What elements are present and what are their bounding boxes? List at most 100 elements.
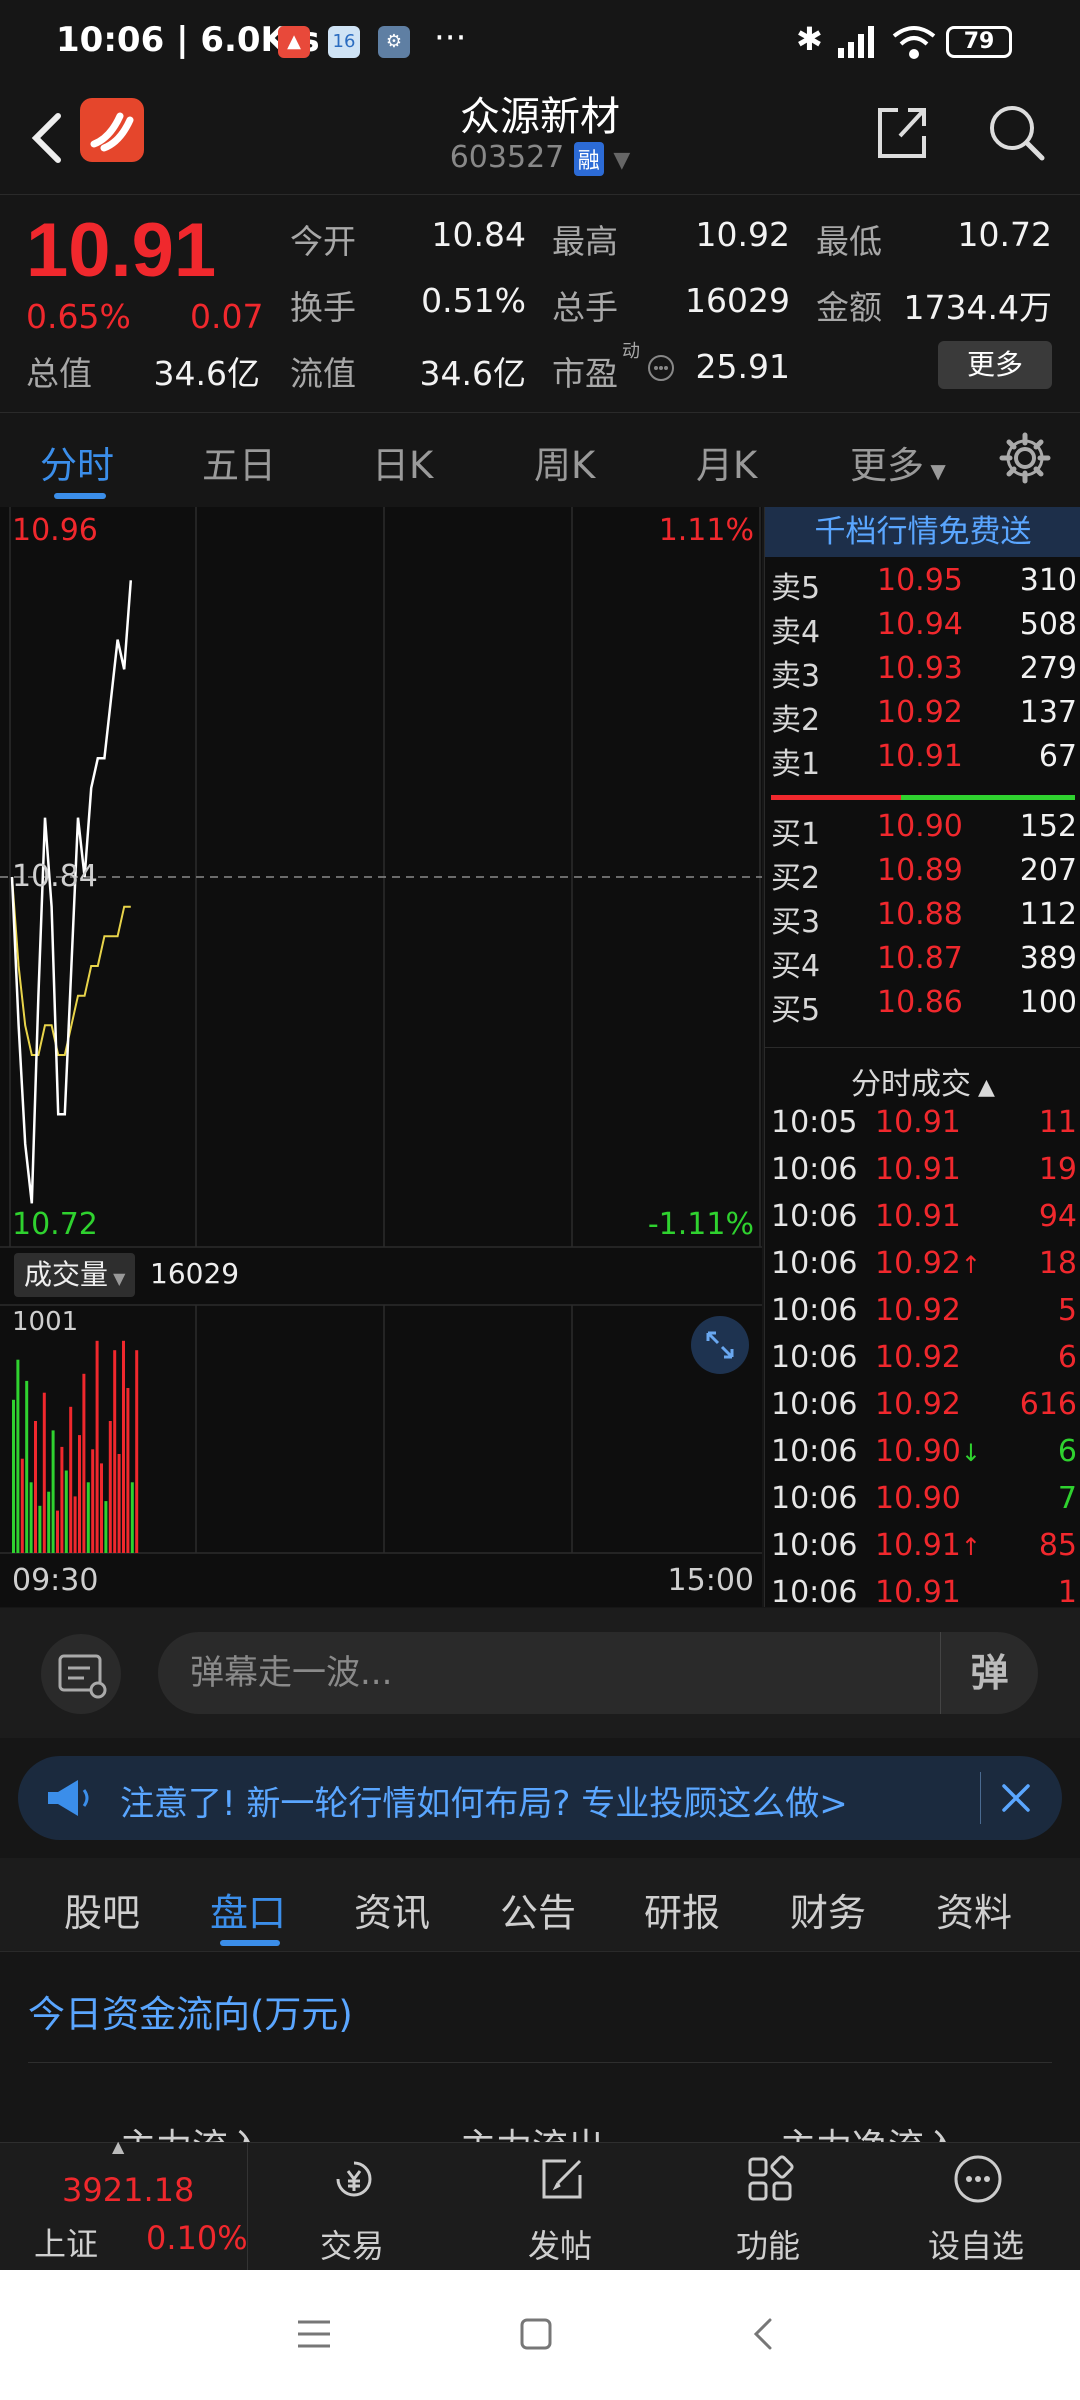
tab-monthly-k[interactable]: 月K	[696, 435, 757, 489]
volume-bar	[126, 1388, 130, 1553]
tick-price-value: 10.91	[875, 1575, 961, 1610]
bid-row[interactable]: 买1 10.90 152	[765, 809, 1080, 853]
tab-financials[interactable]: 财务	[790, 1882, 866, 1937]
ask-row[interactable]: 卖4 10.94 508	[765, 607, 1080, 651]
danmu-settings-icon[interactable]	[38, 1634, 124, 1714]
tick-price: 10.91	[875, 1152, 961, 1187]
tick-price: 10.92↑	[875, 1246, 981, 1281]
share-icon[interactable]	[870, 100, 934, 164]
more-circle-icon	[954, 2155, 1002, 2203]
tick-price: 10.91	[875, 1105, 961, 1140]
tick-price-value: 10.91	[875, 1528, 961, 1563]
caret-down-icon: ▼	[108, 1269, 126, 1288]
tick-price: 10.91	[875, 1199, 961, 1234]
axis-top-percent: 1.11%	[658, 513, 754, 548]
index-ticker[interactable]: ▲ 3921.18 上证 0.10%	[0, 2137, 248, 2271]
bid-price: 10.86	[877, 985, 963, 1020]
more-notifications-icon: ···	[434, 18, 467, 58]
bid-price: 10.87	[877, 941, 963, 976]
tick-volume: 18	[1038, 1246, 1077, 1281]
danmu-toggle-button[interactable]: 弹	[940, 1632, 1038, 1714]
quote-label-pe: 市盈	[552, 354, 618, 393]
tick-row: 10:06 10.92↑ 18	[765, 1246, 1080, 1290]
back-icon[interactable]	[746, 2314, 782, 2354]
tab-profile[interactable]: 资料	[936, 1882, 1012, 1937]
volume-bar	[56, 1510, 59, 1553]
tick-time: 10:06	[771, 1481, 858, 1516]
tick-volume: 5	[1057, 1293, 1077, 1328]
ask-row[interactable]: 卖1 10.91 67	[765, 739, 1080, 783]
tab-intraday[interactable]: 分时	[40, 435, 114, 489]
notice-banner[interactable]: 注意了! 新一轮行情如何布局? 专业投顾这么做>	[18, 1756, 1062, 1840]
tab-forum[interactable]: 股吧	[64, 1882, 140, 1937]
volume-bar	[29, 1482, 33, 1553]
yen-icon	[336, 2161, 372, 2197]
menu-icon[interactable]	[294, 2316, 334, 2352]
gear-icon[interactable]	[998, 431, 1052, 485]
megaphone-icon	[48, 1780, 89, 1816]
index-percent: 0.10%	[146, 2219, 248, 2257]
tick-row: 10:06 10.91↑ 85	[765, 1528, 1080, 1572]
nav-trade[interactable]: 交易	[248, 2143, 456, 2271]
tab-market-depth[interactable]: 盘口	[210, 1882, 286, 1937]
expand-icon[interactable]	[690, 1315, 750, 1375]
tick-time: 10:06	[771, 1387, 858, 1422]
search-icon[interactable]	[984, 100, 1048, 164]
nav-functions[interactable]: 功能	[664, 2143, 872, 2271]
tick-price: 10.90	[875, 1481, 961, 1516]
tab-five-day[interactable]: 五日	[202, 435, 276, 489]
home-icon[interactable]	[518, 2314, 554, 2354]
quote-value-float-value: 34.6亿	[419, 354, 526, 393]
bid-row[interactable]: 买5 10.86 100	[765, 985, 1080, 1029]
danmu-input[interactable]: 弹幕走一波...	[158, 1632, 1038, 1714]
quote-label-high: 最高	[552, 222, 618, 261]
ask-row[interactable]: 卖3 10.93 279	[765, 651, 1080, 695]
intraday-chart[interactable]: 10.96 1.11% 10.84 10.72 -1.11% 成交量 ▼ 160…	[0, 507, 762, 1607]
ask-row[interactable]: 卖2 10.92 137	[765, 695, 1080, 739]
depth-promo-banner[interactable]: 千档行情免费送	[765, 507, 1080, 557]
tick-row: 10:06 10.92 5	[765, 1293, 1080, 1337]
index-value: 3921.18	[62, 2171, 195, 2209]
tick-price-value: 10.91	[875, 1152, 961, 1187]
ask-label: 卖2	[771, 703, 821, 738]
tick-time: 10:06	[771, 1199, 858, 1234]
tick-direction-icon: ↑	[960, 1251, 981, 1279]
tick-price: 10.92	[875, 1387, 961, 1422]
tab-announcements[interactable]: 公告	[500, 1882, 576, 1937]
more-quote-button[interactable]: 更多	[938, 341, 1052, 389]
margin-badge: 融	[573, 141, 604, 176]
tick-volume: 1	[1057, 1575, 1077, 1610]
wifi-icon	[892, 26, 936, 59]
close-icon[interactable]	[996, 1778, 1036, 1818]
edit-icon	[542, 2159, 582, 2199]
ticks-header[interactable]: 分时成交 ▲	[765, 1059, 1080, 1103]
caret-up-icon: ▲	[112, 2137, 125, 2156]
tab-news[interactable]: 资讯	[354, 1882, 430, 1937]
nav-post[interactable]: 发帖	[456, 2143, 664, 2271]
bottom-nav: ▲ 3921.18 上证 0.10% 交易 发帖 功能 设自选	[0, 2137, 1080, 2271]
tab-more[interactable]: 更多 ▼	[850, 435, 946, 489]
tick-time: 10:06	[771, 1575, 858, 1610]
tab-weekly-k[interactable]: 周K	[534, 435, 595, 489]
settings-notification-icon: ⚙	[378, 26, 410, 58]
tab-underline	[220, 1940, 280, 1946]
ask-price: 10.94	[877, 607, 963, 642]
tab-daily-k[interactable]: 日K	[372, 435, 433, 489]
bid-row[interactable]: 买2 10.89 207	[765, 853, 1080, 897]
bid-row[interactable]: 买3 10.88 112	[765, 897, 1080, 941]
tab-research[interactable]: 研报	[644, 1882, 720, 1937]
tick-time: 10:06	[771, 1434, 858, 1469]
info-icon[interactable]	[646, 353, 676, 383]
calendar-notification-icon: 16	[328, 26, 360, 58]
tick-price: 10.92	[875, 1340, 961, 1375]
nav-add-watchlist[interactable]: 设自选	[872, 2143, 1080, 2271]
bid-row[interactable]: 买4 10.87 389	[765, 941, 1080, 985]
quote-value-pe: 25.91	[695, 347, 790, 386]
volume-bar	[82, 1373, 86, 1553]
volume-selector[interactable]: 成交量 ▼	[14, 1253, 136, 1297]
ask-row[interactable]: 卖5 10.95 310	[765, 563, 1080, 607]
tick-price: 10.90↓	[875, 1434, 981, 1469]
caret-down-icon: ▼	[924, 459, 946, 483]
bluetooth-icon: ✱	[796, 20, 823, 58]
tick-volume: 6	[1057, 1340, 1077, 1375]
